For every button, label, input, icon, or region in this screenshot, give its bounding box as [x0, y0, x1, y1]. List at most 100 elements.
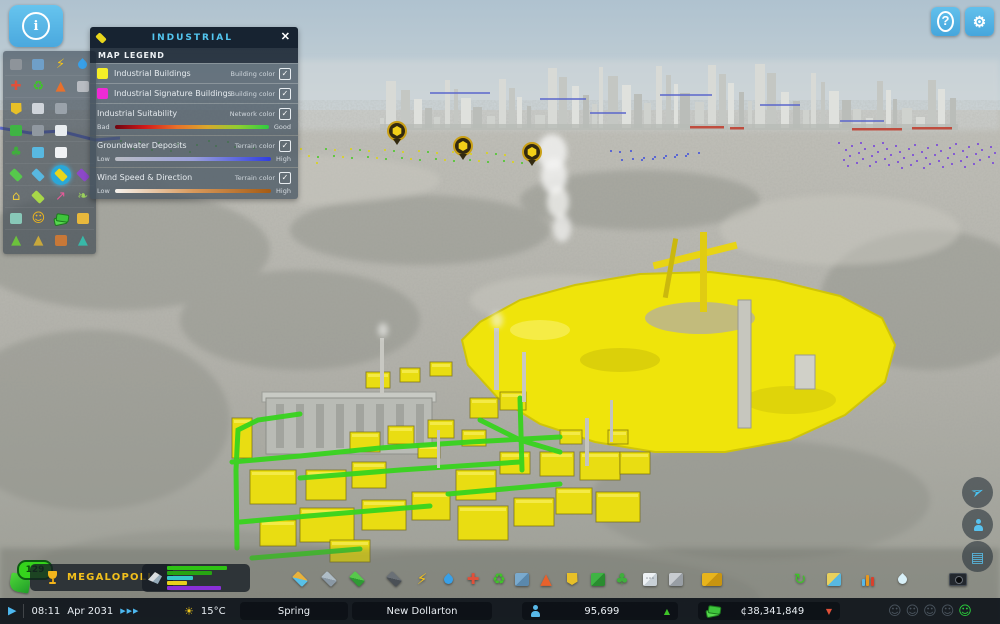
infoview-water-resources[interactable]: [27, 164, 49, 185]
happiness-face-icon[interactable]: ☺: [906, 605, 920, 618]
close-icon[interactable]: ✕: [279, 32, 292, 43]
toolbar-milestones[interactable]: [890, 568, 914, 590]
happiness-face-icon[interactable]: ☺: [923, 605, 937, 618]
game-viewport[interactable]: i ⚡✚♻▲♣⌂↗❧☺▲▲▲ INDUSTRIAL ✕ MAP LEGEND I…: [0, 0, 1000, 624]
toolbar-economy[interactable]: ↻: [788, 568, 812, 590]
infoview-hills[interactable]: ▲: [27, 230, 49, 251]
infoview-garbage[interactable]: ♻: [27, 76, 49, 97]
chirper-icon: ➢: [968, 483, 986, 503]
happiness-widget[interactable]: ☺☺☺☺☺: [888, 598, 972, 624]
zoning-demand-widget[interactable]: [142, 564, 250, 592]
infoview-attractiveness[interactable]: [72, 208, 94, 229]
infoview-greenery[interactable]: [27, 186, 49, 207]
toolbar-police[interactable]: [560, 568, 584, 590]
legend-checkbox[interactable]: ✓: [279, 108, 291, 120]
landscaping-tools-icon: [669, 573, 683, 586]
demand-bar: [167, 586, 221, 590]
gradient-high-label: High: [276, 187, 291, 195]
health-deathcare-icon: ✚: [467, 572, 480, 587]
chirper-button[interactable]: ➢: [962, 477, 993, 508]
population-widget[interactable]: 95,699 ▲: [522, 602, 678, 620]
settings-button[interactable]: ⚙: [965, 7, 994, 36]
legend-checkbox[interactable]: ✓: [279, 172, 291, 184]
infoview-communications[interactable]: [50, 120, 72, 141]
transportation-icon: [591, 573, 605, 586]
help-button[interactable]: ?: [931, 7, 960, 36]
legend-swatch: [97, 88, 108, 99]
legend-item-label: Wind Speed & Direction: [97, 173, 235, 182]
fire-rescue-icon: ▲: [56, 80, 66, 93]
infoview-buildings[interactable]: [27, 54, 49, 75]
toolbar-photo-mode[interactable]: [946, 568, 970, 590]
toolbar-transportation[interactable]: [586, 568, 610, 590]
legend-checkbox[interactable]: ✓: [279, 68, 291, 80]
infoview-terrain[interactable]: ▲: [5, 230, 27, 251]
toolbar-parks-recreation[interactable]: ♣: [610, 568, 634, 590]
infoview-fertile-land[interactable]: ▲: [72, 230, 94, 251]
legend-section-label: MAP LEGEND: [90, 48, 298, 63]
toolbar-zones[interactable]: [288, 568, 312, 590]
legend-color-type: Terrain color: [235, 174, 275, 182]
money-widget[interactable]: ¢38,341,849 ▼: [698, 602, 840, 620]
demand-bar: [167, 581, 187, 585]
toolbar-bulldozer[interactable]: [700, 568, 724, 590]
divider: [23, 604, 24, 618]
toolbar-garbage[interactable]: ♻: [487, 568, 511, 590]
toolbar-landscaping-tools[interactable]: [664, 568, 688, 590]
infoviews-toggle-button[interactable]: i: [9, 5, 63, 47]
infoview-finance[interactable]: [50, 208, 72, 229]
season-selector[interactable]: Spring: [240, 602, 348, 620]
toolbar-city-information[interactable]: [822, 568, 846, 590]
infoview-police[interactable]: [5, 98, 27, 119]
toolbar-areas[interactable]: [317, 568, 341, 590]
play-pause-button[interactable]: ▶: [8, 606, 16, 617]
happiness-face-icon[interactable]: ☺: [941, 605, 955, 618]
money-amount: ¢38,341,849: [741, 606, 805, 617]
toolbar-communications[interactable]: ⋯: [638, 568, 662, 590]
toolbar-statistics[interactable]: [856, 568, 880, 590]
sim-speed-control[interactable]: ▶▶▶: [120, 607, 139, 615]
infoview-fire-rescue[interactable]: ▲: [50, 76, 72, 97]
infoview-rail[interactable]: [27, 120, 49, 141]
clock-time: 08:11: [31, 606, 60, 617]
legend-checkbox[interactable]: ✓: [279, 88, 291, 100]
happiness-face-icon[interactable]: ☺: [888, 605, 902, 618]
toolbar-education[interactable]: [510, 568, 534, 590]
infoview-roads[interactable]: [5, 54, 27, 75]
infoview-parks-recreation[interactable]: ♣: [5, 142, 27, 163]
city-name-pill[interactable]: New Dollarton: [352, 602, 492, 620]
toolbar-fire-rescue[interactable]: ▲: [534, 568, 558, 590]
person-icon: [973, 519, 983, 531]
happiness-face-active-icon[interactable]: ☺: [958, 605, 972, 618]
toolbar-electricity[interactable]: ⚡: [410, 568, 434, 590]
toolbar-water-sewage[interactable]: [436, 568, 460, 590]
infoview-land-value[interactable]: [5, 164, 27, 185]
infoview-education[interactable]: [27, 98, 49, 119]
toolbar-health-deathcare[interactable]: ✚: [461, 568, 485, 590]
infoview-happiness[interactable]: ☺: [27, 208, 49, 229]
infoview-economy[interactable]: ↗: [50, 186, 72, 207]
bulldozer-icon: [702, 573, 722, 586]
legend-checkbox[interactable]: ✓: [279, 140, 291, 152]
infoview-transportation[interactable]: [5, 120, 27, 141]
legend-item-label: Industrial Signature Buildings: [114, 89, 231, 98]
terrain-icon: ▲: [11, 234, 21, 247]
statistics-icon: [862, 573, 875, 586]
legend-swatch: [97, 68, 108, 79]
infoview-industrial[interactable]: [50, 164, 72, 185]
toolbar-roads[interactable]: [382, 568, 406, 590]
infoview-electricity[interactable]: ⚡: [50, 54, 72, 75]
infoview-row: ✚♻ ▲: [5, 76, 94, 98]
toolbar-landscaping[interactable]: [345, 568, 369, 590]
infoview-tourism[interactable]: [27, 142, 49, 163]
agriculture-icon: ❧: [77, 190, 88, 203]
infoview-pollution[interactable]: [5, 208, 27, 229]
lifepath-button[interactable]: [962, 509, 993, 540]
infoview-postal[interactable]: [50, 98, 72, 119]
infoview-residential[interactable]: ⌂: [5, 186, 27, 207]
parks-recreation-icon: ♣: [615, 572, 628, 587]
infoview-oil-resources[interactable]: [50, 230, 72, 251]
infoview-healthcare[interactable]: ✚: [5, 76, 27, 97]
infoview-signature[interactable]: [50, 142, 72, 163]
population-icon: [530, 605, 540, 617]
